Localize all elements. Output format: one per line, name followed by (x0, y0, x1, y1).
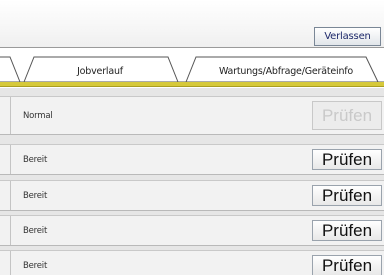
tab-accent-line (0, 82, 384, 87)
tab-maintenance-inquiry-device-info[interactable]: Wartungs/Abfrage/Geräteinfo (196, 55, 376, 81)
status-row: Bereit Prüfen (0, 250, 384, 275)
logout-button[interactable]: Verlassen (314, 27, 381, 46)
status-label: Bereit (10, 251, 334, 275)
status-row: Normal Prüfen (0, 96, 384, 135)
status-row: Bereit Prüfen (0, 180, 384, 211)
check-button[interactable]: Prüfen (312, 185, 382, 206)
status-row: Bereit Prüfen (0, 215, 384, 246)
check-button[interactable]: Prüfen (312, 149, 382, 170)
status-label: Bereit (10, 181, 334, 210)
status-label: Normal (10, 97, 334, 134)
check-button[interactable]: Prüfen (312, 255, 382, 275)
check-button[interactable]: Prüfen (312, 220, 382, 241)
tab-strip: Jobverlauf Wartungs/Abfrage/Geräteinfo (0, 49, 384, 83)
tab-jobverlauf[interactable]: Jobverlauf (26, 55, 174, 81)
status-label: Bereit (10, 216, 334, 245)
top-header: Verlassen (0, 0, 384, 48)
status-label: Bereit (10, 145, 334, 174)
check-button[interactable]: Prüfen (312, 101, 382, 130)
status-row: Bereit Prüfen (0, 144, 384, 175)
